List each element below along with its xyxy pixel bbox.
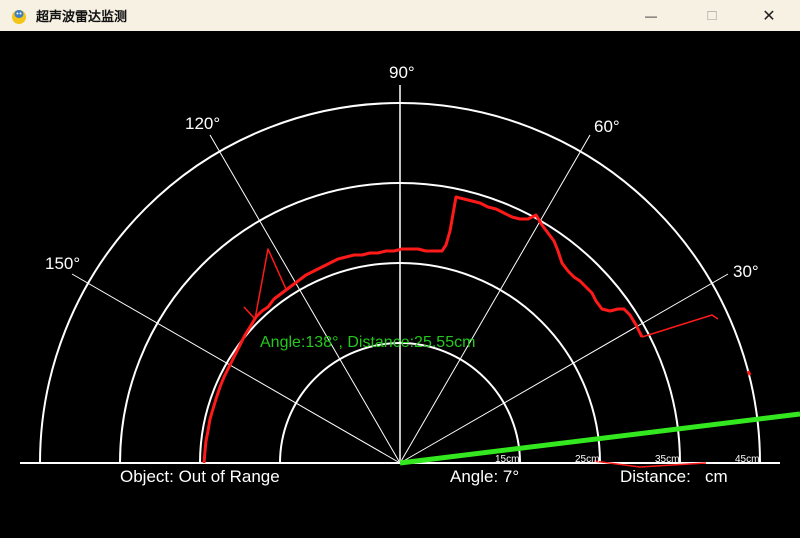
title-bar[interactable]: 超声波雷达监测 — □ ✕ [0, 0, 800, 31]
angle-label-90: 90° [389, 63, 415, 82]
minimize-icon: — [645, 8, 657, 23]
angle-status: Angle: 7° [450, 467, 519, 486]
distance-status: Distance: cm [620, 467, 728, 486]
close-button[interactable]: ✕ [746, 0, 792, 31]
close-icon: ✕ [762, 7, 776, 25]
object-status: Object: Out of Range [120, 467, 280, 486]
hover-readout: Angle:138°, Distance:25.55cm [260, 334, 475, 351]
trace-spike-right [641, 314, 719, 338]
angle-label-30: 30° [733, 262, 759, 281]
radar-canvas[interactable]: 30° 60° 90° 120° 150° Angle:138°, Distan… [0, 31, 800, 533]
radar-display: 30° 60° 90° 120° 150° Angle:138°, Distan… [20, 63, 800, 486]
pygame-snake-icon [12, 9, 26, 24]
radar-grid [20, 85, 780, 464]
ring-label-35: 35cm [655, 454, 679, 465]
angle-label-150: 150° [45, 254, 80, 273]
status-bar: Object: Out of Range Angle: 7° Distance:… [120, 467, 728, 486]
angle-label-60: 60° [594, 117, 620, 136]
ring-label-45: 45cm [735, 454, 759, 465]
ring-label-15: 15cm [495, 454, 519, 465]
maximize-button[interactable]: □ [689, 0, 735, 31]
trace-dot-right [746, 370, 752, 376]
minimize-button[interactable]: — [628, 0, 674, 31]
window-title: 超声波雷达监测 [36, 10, 128, 25]
maximize-icon: □ [707, 7, 717, 24]
ring-label-25: 25cm [575, 454, 599, 465]
angle-label-120: 120° [185, 114, 220, 133]
